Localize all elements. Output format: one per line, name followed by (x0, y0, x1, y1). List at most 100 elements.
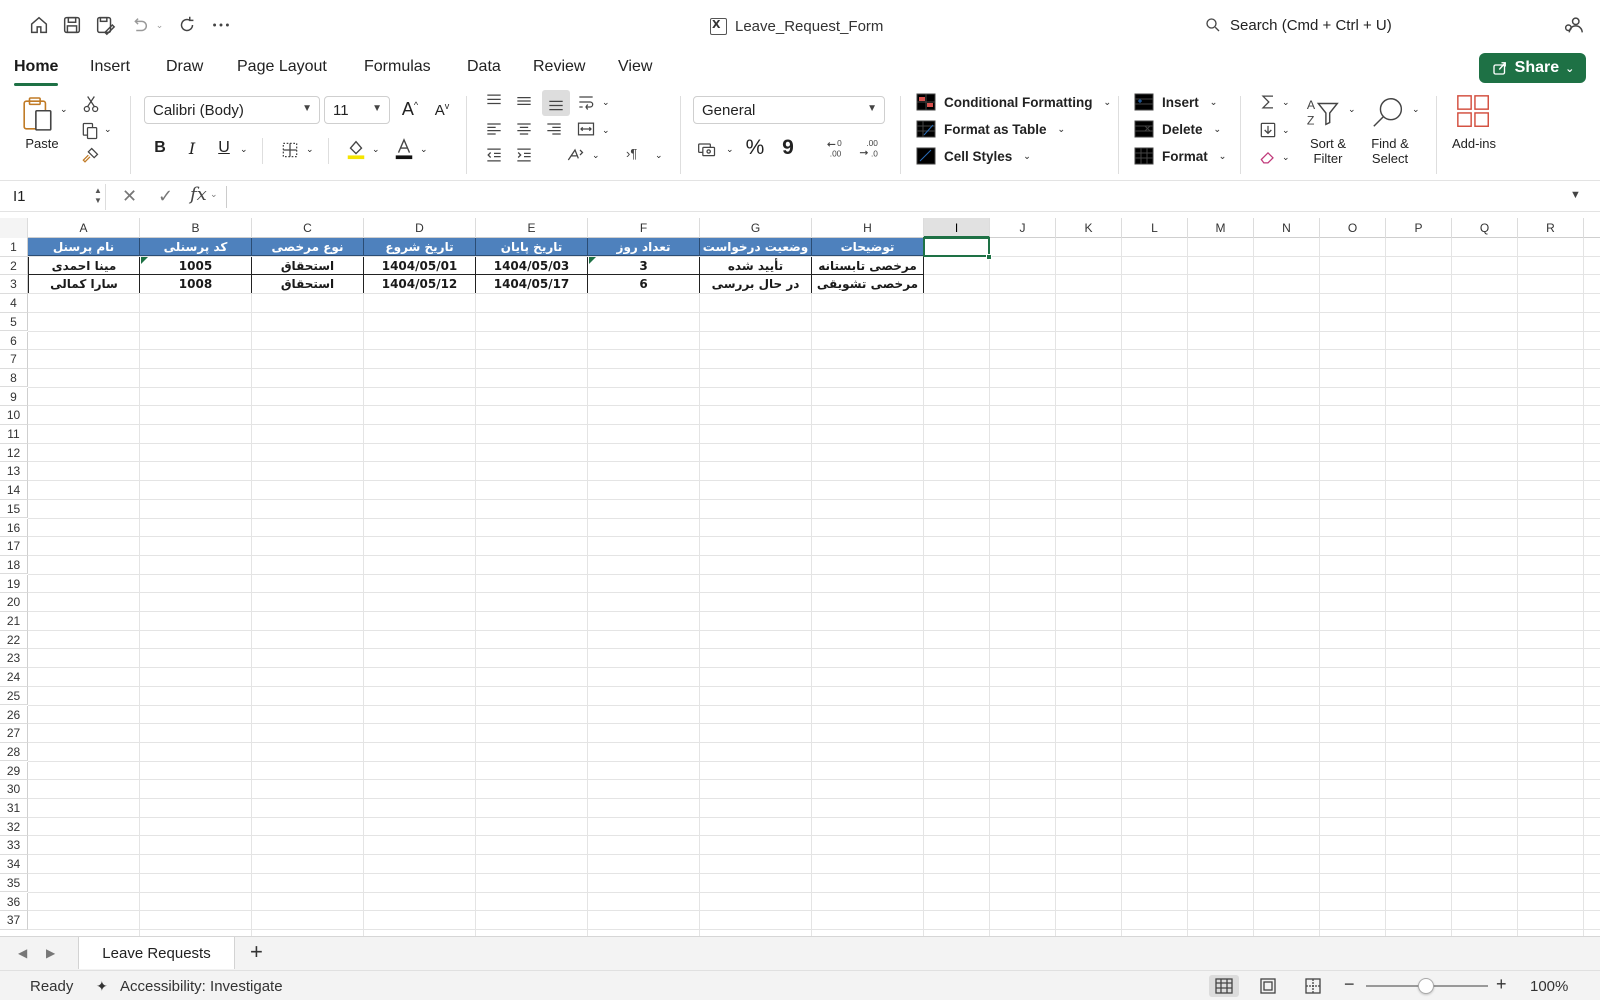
row-header-30[interactable]: 30 (0, 780, 28, 799)
column-header-k[interactable]: K (1056, 218, 1122, 238)
decrease-indent-icon[interactable] (482, 144, 506, 166)
page-break-view-icon[interactable] (1298, 975, 1328, 997)
tab-insert[interactable]: Insert (90, 55, 130, 83)
save-as-icon[interactable] (92, 12, 118, 38)
tab-home[interactable]: Home (14, 55, 59, 86)
increase-indent-icon[interactable] (512, 144, 536, 166)
row-header-25[interactable]: 25 (0, 686, 28, 706)
expand-formula-bar-icon[interactable]: ▼ (1570, 189, 1581, 201)
increase-font-size-icon[interactable]: A^ (398, 99, 422, 120)
header-cell[interactable]: نام پرسنل (28, 238, 140, 256)
paste-button[interactable] (18, 94, 58, 136)
row-header-9[interactable]: 9 (0, 387, 28, 407)
cancel-icon[interactable]: ✕ (122, 186, 137, 207)
data-cell[interactable]: 1404/05/12 (364, 275, 476, 294)
format-painter-icon[interactable] (78, 145, 102, 167)
increase-decimal-icon[interactable]: .00 0 (826, 136, 852, 162)
row-header-29[interactable]: 29 (0, 761, 28, 781)
fill-handle[interactable] (986, 253, 992, 260)
autosum-dropdown-icon[interactable]: ⌄ (1282, 97, 1290, 108)
decrease-font-size-icon[interactable]: Av (430, 101, 454, 119)
fill-icon[interactable] (1256, 118, 1280, 142)
tab-draw[interactable]: Draw (166, 55, 203, 83)
column-header-p[interactable]: P (1386, 218, 1452, 238)
accessibility-icon[interactable]: ✦ (96, 978, 108, 995)
tab-data[interactable]: Data (467, 55, 501, 83)
orientation-dropdown-icon[interactable]: ⌄ (592, 150, 600, 161)
tab-review[interactable]: Review (533, 55, 585, 83)
conditional-formatting-button[interactable]: Conditional Formatting ⌄ (916, 93, 1111, 111)
align-middle-icon[interactable] (512, 90, 536, 112)
row-header-6[interactable]: 6 (0, 331, 28, 351)
borders-dropdown-icon[interactable]: ⌄ (306, 144, 314, 155)
data-cell[interactable]: 1404/05/01 (364, 256, 476, 275)
merge-center-icon[interactable] (574, 118, 598, 140)
page-layout-view-icon[interactable] (1253, 975, 1283, 997)
align-right-icon[interactable] (542, 118, 566, 140)
tab-formulas[interactable]: Formulas (364, 55, 431, 83)
data-cell[interactable]: استحقاق (252, 275, 364, 294)
align-bottom-icon[interactable] (542, 90, 570, 116)
data-cell[interactable]: 1008 (140, 275, 252, 294)
cell-styles-button[interactable]: Cell Styles ⌄ (916, 147, 1031, 165)
prev-sheet-icon[interactable]: ◀ (18, 946, 27, 960)
row-header-10[interactable]: 10 (0, 406, 28, 425)
data-cell[interactable]: 1005 (140, 256, 252, 275)
underline-button[interactable]: U (212, 139, 236, 157)
search-input[interactable]: Search (Cmd + Ctrl + U) (1198, 11, 1538, 39)
paste-dropdown-icon[interactable]: ⌄ (60, 104, 68, 115)
copy-icon[interactable] (78, 120, 102, 142)
font-size-select[interactable]: 11 ▼ (324, 96, 390, 124)
align-center-icon[interactable] (512, 118, 536, 140)
column-header-f[interactable]: F (588, 218, 700, 238)
column-header-l[interactable]: L (1122, 218, 1188, 238)
row-header-3[interactable]: 3 (0, 275, 28, 294)
error-indicator-icon[interactable] (141, 256, 148, 264)
row-header-14[interactable]: 14 (0, 481, 28, 500)
data-cell[interactable]: 1404/05/03 (476, 256, 588, 275)
font-color-icon[interactable] (392, 136, 416, 162)
find-select-button[interactable] (1368, 92, 1410, 134)
data-cell[interactable]: 1404/05/17 (476, 275, 588, 294)
header-cell[interactable]: تعداد روز (588, 238, 700, 256)
data-cell[interactable]: تأیید شده (700, 256, 812, 275)
undo-icon[interactable] (126, 12, 152, 38)
data-cell[interactable]: مرخصی تابستانه (812, 256, 924, 275)
row-header-13[interactable]: 13 (0, 462, 28, 481)
zoom-slider-handle[interactable] (1418, 978, 1434, 994)
name-box-spinner-icon[interactable]: ▲ ▼ (94, 186, 102, 206)
enter-icon[interactable]: ✓ (158, 186, 173, 207)
row-header-23[interactable]: 23 (0, 649, 28, 668)
row-header-22[interactable]: 22 (0, 630, 28, 650)
row-header-21[interactable]: 21 (0, 612, 28, 631)
formula-input[interactable] (226, 186, 1566, 208)
cut-icon[interactable] (80, 93, 102, 115)
row-header-32[interactable]: 32 (0, 817, 28, 837)
column-header-c[interactable]: C (252, 218, 364, 238)
text-direction-icon[interactable]: ›¶ (626, 146, 637, 161)
row-header-24[interactable]: 24 (0, 668, 28, 687)
spreadsheet-grid[interactable]: ABCDEFGHIJKLMNOPQR 1 2 3 4 5 6 7 8 9 10 11 12 13 14 15… (0, 218, 1600, 936)
share-people-icon[interactable] (1560, 12, 1586, 38)
align-top-icon[interactable] (482, 90, 506, 112)
row-header-19[interactable]: 19 (0, 574, 28, 594)
header-cell[interactable]: نوع مرخصی (252, 238, 364, 256)
header-cell[interactable]: تاریخ پایان (476, 238, 588, 256)
column-header-q[interactable]: Q (1452, 218, 1518, 238)
column-header-m[interactable]: M (1188, 218, 1254, 238)
fill-dropdown-icon[interactable]: ⌄ (1282, 125, 1290, 136)
undo-dropdown-icon[interactable]: ⌄ (150, 12, 166, 38)
font-name-select[interactable]: Calibri (Body) ▼ (144, 96, 320, 124)
fill-color-icon[interactable] (344, 136, 368, 162)
header-cell[interactable]: کد پرسنلی (140, 238, 252, 256)
save-icon[interactable] (59, 12, 85, 38)
row-header-26[interactable]: 26 (0, 705, 28, 725)
insert-cells-button[interactable]: Insert ⌄ (1134, 93, 1217, 111)
row-header-8[interactable]: 8 (0, 368, 28, 388)
row-header-36[interactable]: 36 (0, 892, 28, 912)
decrease-decimal-icon[interactable]: .00.0 (858, 136, 884, 162)
accounting-format-icon[interactable] (694, 138, 720, 160)
copy-dropdown-icon[interactable]: ⌄ (104, 124, 112, 135)
column-header-j[interactable]: J (990, 218, 1056, 238)
fx-dropdown-icon[interactable]: ⌄ (210, 189, 218, 200)
